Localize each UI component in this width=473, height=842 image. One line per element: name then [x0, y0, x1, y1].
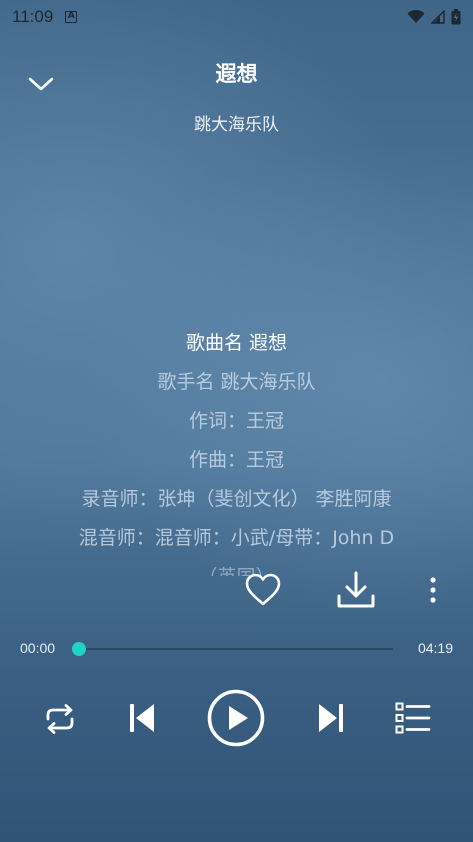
current-time: 00:00	[20, 640, 56, 656]
repeat-icon	[46, 704, 74, 734]
play-icon	[207, 689, 265, 747]
lyric-line: 录音师：张坤（斐创文化） 李胜阿康	[81, 488, 392, 510]
status-bar: 11:09 A	[0, 0, 473, 34]
progress-bar: 00:00 04:19	[0, 636, 473, 662]
more-vertical-icon	[430, 577, 436, 603]
wifi-icon	[407, 10, 425, 23]
repeat-button[interactable]	[42, 704, 78, 734]
signal-icon	[431, 10, 445, 24]
download-button[interactable]	[336, 570, 376, 610]
like-button[interactable]	[244, 572, 282, 608]
seek-track[interactable]	[72, 642, 393, 656]
heart-icon	[245, 573, 281, 606]
status-icons	[407, 9, 461, 25]
lyric-line: 作词：王冠	[188, 410, 284, 432]
download-icon	[337, 571, 375, 608]
previous-icon	[130, 704, 154, 732]
playback-controls	[0, 688, 473, 750]
action-bar	[0, 568, 473, 616]
status-time: 11:09	[12, 7, 54, 26]
more-options-button[interactable]	[424, 574, 442, 608]
playlist-icon	[395, 702, 431, 734]
song-title: 遐想	[215, 62, 258, 86]
lyric-line: 混音师：混音师：小武/母带：John D	[78, 527, 395, 549]
total-time: 04:19	[417, 640, 453, 656]
lyric-line: 作曲：王冠	[188, 449, 284, 471]
next-icon	[319, 704, 343, 732]
battery-icon	[451, 9, 461, 25]
next-button[interactable]	[317, 702, 345, 734]
artist-name: 跳大海乐队	[194, 115, 279, 135]
play-button[interactable]	[207, 689, 265, 747]
seek-thumb[interactable]	[72, 642, 86, 656]
status-a-icon: A	[65, 11, 78, 23]
lyric-line: 歌手名 跳大海乐队	[157, 371, 316, 393]
playlist-button[interactable]	[395, 702, 431, 734]
previous-button[interactable]	[128, 702, 156, 734]
lyrics-panel[interactable]: 歌曲名 遐想 歌手名 跳大海乐队 作词：王冠 作曲：王冠 录音师：张坤（斐创文化…	[0, 328, 473, 576]
lyric-line-active: 歌曲名 遐想	[185, 332, 288, 354]
